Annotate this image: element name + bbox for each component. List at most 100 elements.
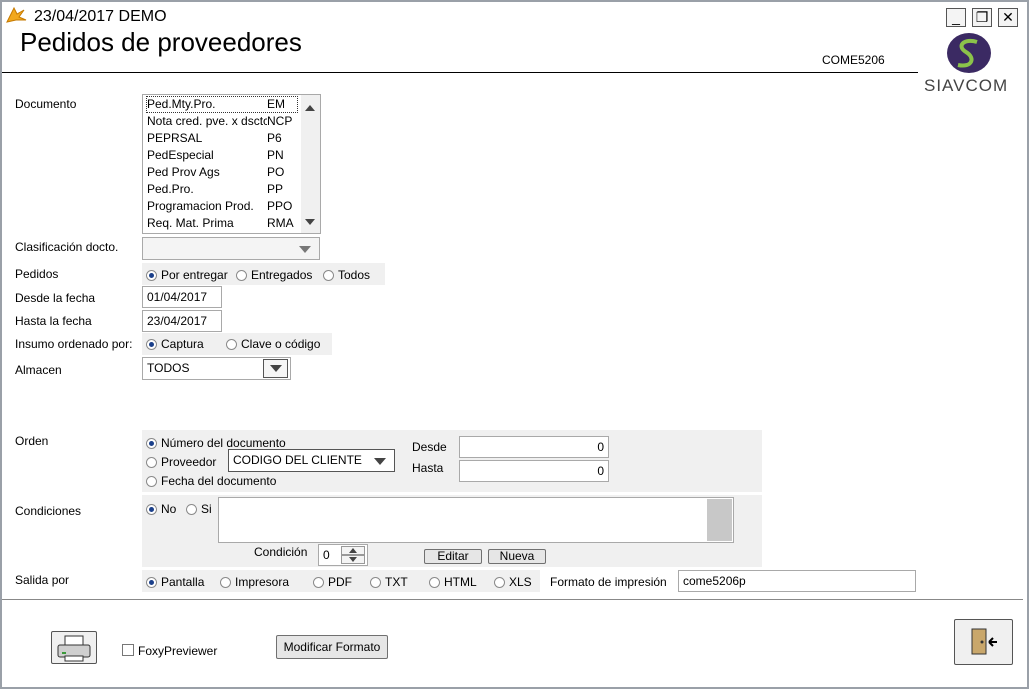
restore-button[interactable]: ❐ bbox=[972, 8, 992, 27]
documento-item-name: PedEspecial bbox=[147, 148, 214, 162]
desde-fecha-input[interactable]: 01/04/2017 bbox=[142, 286, 222, 308]
editar-button[interactable]: Editar bbox=[424, 549, 482, 564]
condiciones-textarea[interactable] bbox=[218, 497, 734, 543]
chevron-down-icon bbox=[374, 458, 386, 465]
scroll-down-icon[interactable] bbox=[305, 219, 315, 225]
documento-list-item[interactable]: Nota cred. pve. x dsctc NCP bbox=[147, 114, 297, 129]
radio-pantalla[interactable]: Pantalla bbox=[146, 575, 204, 589]
formato-input[interactable]: come5206p bbox=[678, 570, 916, 592]
orden-panel: Número del documento Proveedor Fecha del… bbox=[142, 430, 762, 492]
documento-list-item[interactable]: PedEspecial PN bbox=[147, 148, 297, 163]
insumo-label: Insumo ordenado por: bbox=[15, 337, 133, 351]
logo-text: SIAVCOM bbox=[924, 76, 1009, 95]
documento-item-name: Ped.Pro. bbox=[147, 182, 194, 196]
page-title: Pedidos de proveedores bbox=[20, 27, 302, 57]
radio-impresora[interactable]: Impresora bbox=[220, 575, 289, 589]
documento-item-code: PP bbox=[267, 182, 284, 196]
salida-radio-group: Pantalla Impresora PDF TXT HTML XLS bbox=[142, 570, 540, 592]
salida-label: Salida por bbox=[15, 573, 70, 587]
formato-label: Formato de impresión bbox=[550, 575, 667, 589]
radio-fecha-documento[interactable]: Fecha del documento bbox=[146, 474, 276, 488]
siavcom-logo: SIAVCOM bbox=[922, 32, 1018, 98]
documento-list-item[interactable]: Req. Mat. Prima RMA bbox=[147, 216, 297, 231]
condiciones-label: Condiciones bbox=[15, 504, 82, 518]
radio-captura[interactable]: Captura bbox=[146, 337, 204, 351]
orden-desde-input[interactable]: 0 bbox=[459, 436, 609, 458]
desde-fecha-label: Desde la fecha bbox=[15, 291, 96, 305]
chevron-down-icon bbox=[299, 246, 311, 253]
documento-item-code: PO bbox=[267, 165, 285, 179]
foxy-label: FoxyPreviewer bbox=[138, 644, 218, 658]
minimize-button[interactable]: _ bbox=[946, 8, 966, 27]
radio-xls[interactable]: XLS bbox=[494, 575, 532, 589]
documento-list-item[interactable]: Ped Prov Ags PO bbox=[147, 165, 297, 180]
documento-list-item[interactable]: Ped.Pro. PP bbox=[147, 182, 297, 197]
spinner-down-button[interactable] bbox=[341, 555, 365, 564]
close-button[interactable]: ✕ bbox=[998, 8, 1018, 27]
scroll-up-icon[interactable] bbox=[305, 105, 315, 111]
insumo-radio-group: Captura Clave o código bbox=[142, 333, 332, 355]
documento-item-code: PPO bbox=[267, 199, 293, 213]
radio-numero-documento[interactable]: Número del documento bbox=[146, 436, 286, 450]
documento-list-item[interactable]: Programacion Prod. PPO bbox=[147, 199, 297, 214]
condiciones-panel: No Si Condición 0 Editar Nueva bbox=[142, 495, 762, 567]
almacen-combo[interactable]: TODOS bbox=[142, 357, 291, 380]
documento-label: Documento bbox=[15, 97, 77, 111]
clasificacion-combo[interactable] bbox=[142, 237, 320, 260]
pedidos-label: Pedidos bbox=[15, 267, 59, 281]
nueva-button[interactable]: Nueva bbox=[488, 549, 546, 564]
documento-list-item[interactable]: PEPRSAL P6 bbox=[147, 131, 297, 146]
radio-proveedor[interactable]: Proveedor bbox=[146, 455, 216, 469]
documento-item-code: RMA bbox=[267, 216, 294, 230]
radio-html[interactable]: HTML bbox=[429, 575, 477, 589]
foxy-checkbox[interactable] bbox=[122, 644, 134, 656]
header-divider bbox=[2, 72, 918, 73]
radio-por-entregar[interactable]: Por entregar bbox=[146, 268, 228, 282]
orden-desde-label: Desde bbox=[412, 440, 447, 454]
spinner-up-button[interactable] bbox=[341, 546, 365, 555]
orden-hasta-input[interactable]: 0 bbox=[459, 460, 609, 482]
exit-button[interactable] bbox=[954, 619, 1013, 665]
documento-item-name: Req. Mat. Prima bbox=[147, 216, 234, 230]
orden-label: Orden bbox=[15, 434, 49, 448]
documento-item-code: PN bbox=[267, 148, 284, 162]
proveedor-combo[interactable]: CODIGO DEL CLIENTE O bbox=[228, 449, 395, 472]
condicion-spinner[interactable]: 0 bbox=[318, 544, 368, 566]
documento-item-name: Programacion Prod. bbox=[147, 199, 254, 213]
footer-divider bbox=[2, 599, 1023, 600]
documento-item-code: EM bbox=[267, 97, 285, 111]
documento-item-name: PEPRSAL bbox=[147, 131, 203, 145]
condicion-label: Condición bbox=[254, 545, 308, 559]
documento-item-code: NCP bbox=[267, 114, 293, 128]
clasificacion-label: Clasificación docto. bbox=[15, 240, 119, 254]
documento-list-item[interactable]: Ped.Mty.Pro. EM bbox=[146, 96, 298, 113]
radio-todos[interactable]: Todos bbox=[323, 268, 370, 282]
radio-condiciones-no[interactable]: No bbox=[146, 502, 176, 516]
radio-condiciones-si[interactable]: Si bbox=[186, 502, 212, 516]
print-button[interactable] bbox=[51, 631, 97, 664]
condiciones-scrollbar[interactable] bbox=[707, 499, 732, 541]
modificar-formato-button[interactable]: Modificar Formato bbox=[276, 635, 388, 659]
printer-icon bbox=[57, 635, 91, 662]
chevron-up-icon bbox=[349, 548, 357, 553]
documento-item-name: Ped Prov Ags bbox=[147, 165, 220, 179]
radio-clave-codigo[interactable]: Clave o código bbox=[226, 337, 320, 351]
logo-icon bbox=[947, 33, 991, 73]
window-title: 23/04/2017 DEMO bbox=[34, 8, 167, 25]
orden-hasta-label: Hasta bbox=[412, 461, 444, 475]
pedidos-radio-group: Por entregar Entregados Todos bbox=[142, 263, 385, 285]
documento-listbox[interactable]: Ped.Mty.Pro. EM Nota cred. pve. x dsctc NCP… bbox=[142, 94, 321, 234]
radio-txt[interactable]: TXT bbox=[370, 575, 408, 589]
chevron-down-icon bbox=[270, 365, 282, 372]
almacen-dropdown-button[interactable] bbox=[263, 359, 288, 378]
documento-scrollbar[interactable] bbox=[301, 95, 320, 233]
hasta-fecha-input[interactable]: 23/04/2017 bbox=[142, 310, 222, 332]
radio-entregados[interactable]: Entregados bbox=[236, 268, 312, 282]
exit-door-icon bbox=[971, 628, 997, 655]
title-bar: 23/04/2017 DEMO _ ❐ ✕ bbox=[2, 2, 1023, 28]
documento-item-code: P6 bbox=[267, 131, 282, 145]
radio-pdf[interactable]: PDF bbox=[313, 575, 352, 589]
chevron-down-icon bbox=[349, 557, 357, 562]
hasta-fecha-label: Hasta la fecha bbox=[15, 314, 92, 328]
almacen-label: Almacen bbox=[15, 363, 62, 377]
